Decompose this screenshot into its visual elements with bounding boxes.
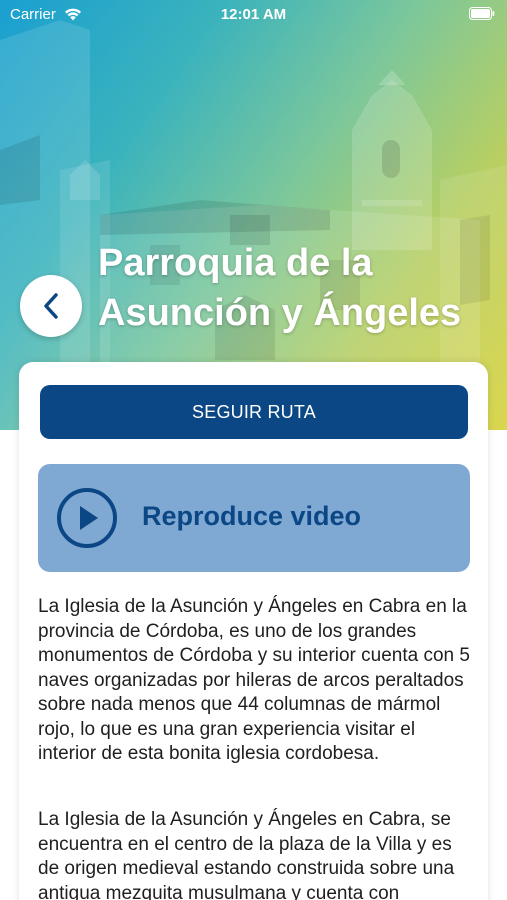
battery-icon bbox=[469, 7, 495, 20]
status-time: 12:01 AM bbox=[220, 6, 287, 23]
screen: Carrier 12:01 AM Parroquia de la Asunció… bbox=[0, 0, 507, 900]
content-card: SEGUIR RUTA Reproduce video La Iglesia d… bbox=[19, 362, 488, 900]
play-circle-icon bbox=[57, 488, 117, 548]
video-label: Reproduce video bbox=[142, 501, 362, 531]
description-paragraph: La Iglesia de la Asunción y Ángeles en C… bbox=[38, 596, 470, 764]
follow-route-button[interactable]: SEGUIR RUTA bbox=[40, 385, 468, 439]
description-paragraph: La Iglesia de la Asunción y Ángeles en C… bbox=[38, 809, 455, 900]
play-video-button[interactable]: Reproduce video bbox=[38, 464, 470, 572]
chevron-left-icon bbox=[44, 293, 58, 319]
back-button[interactable] bbox=[20, 275, 82, 337]
page-title: Parroquia de la Asunción y Ángeles bbox=[98, 242, 462, 334]
status-bar: Carrier 12:01 AM bbox=[0, 0, 507, 30]
